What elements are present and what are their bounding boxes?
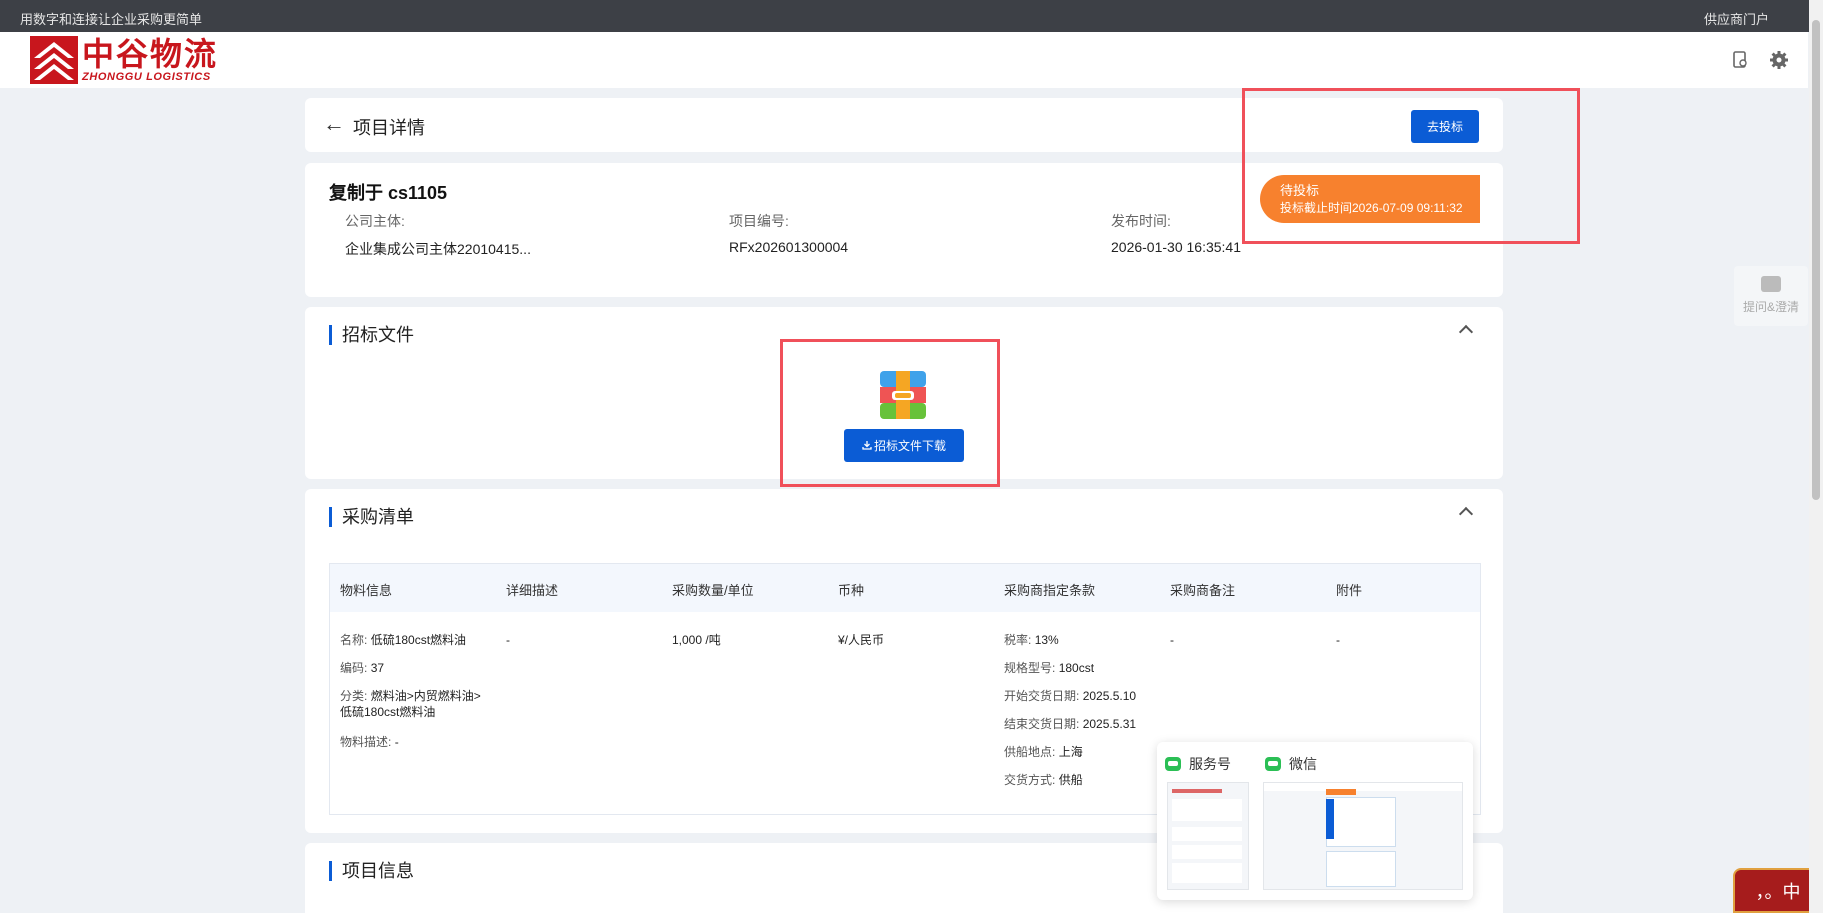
column-header: 物料信息	[340, 583, 393, 598]
term-value: 180cst	[1058, 661, 1095, 675]
column-header: 采购商指定条款	[1004, 583, 1096, 598]
material-code-key: 编码:	[340, 661, 368, 675]
term-key: 税率:	[1004, 633, 1032, 647]
column-header: 采购数量/单位	[672, 583, 754, 598]
term-value: 2025.5.10	[1082, 689, 1137, 703]
term-location: 供船地点: 上海	[1004, 744, 1083, 760]
term-spec: 规格型号: 180cst	[1004, 660, 1094, 676]
buyer-remark: -	[1170, 633, 1174, 647]
wechat-preview-image	[1263, 782, 1463, 890]
top-bar: 用数字和连接让企业采购更简单 供应商门户	[0, 0, 1823, 32]
tab-wechat[interactable]: 微信	[1265, 754, 1317, 774]
slogan: 用数字和连接让企业采购更简单	[20, 12, 203, 27]
service-account-preview-image	[1167, 782, 1249, 890]
scrollbar[interactable]	[1809, 0, 1823, 913]
term-value: 上海	[1058, 745, 1083, 759]
term-key: 规格型号:	[1004, 661, 1056, 675]
currency: ¥/人民币	[838, 633, 885, 647]
project-code-value: RFx202601300004	[729, 239, 849, 255]
column-header: 采购商备注	[1170, 583, 1236, 598]
collapse-chevron-icon[interactable]	[1458, 506, 1474, 522]
material-name: 名称: 低硫180cst燃料油	[340, 632, 466, 648]
tab-service-account-label: 服务号	[1189, 756, 1231, 772]
material-code: 编码: 37	[340, 660, 384, 676]
material-category-value-cont: 低硫180cst燃料油	[340, 705, 436, 719]
scrollbar-thumb[interactable]	[1812, 20, 1820, 500]
wechat-icon	[1165, 757, 1181, 771]
project-title: 复制于 cs1105	[329, 183, 448, 203]
material-category: 分类: 燃料油>内贸燃料油> 低硫180cst燃料油	[340, 688, 481, 720]
header: 中谷物流 ZHONGGU LOGISTICS	[0, 32, 1808, 88]
logo-mark-icon	[30, 36, 78, 84]
document-icon[interactable]	[1730, 50, 1750, 70]
chat-icon	[1761, 276, 1781, 292]
gear-icon[interactable]	[1769, 50, 1789, 70]
material-description-value: -	[394, 735, 399, 749]
material-name-key: 名称:	[340, 633, 368, 647]
publish-time-value: 2026-01-30 16:35:41	[1111, 239, 1241, 255]
term-key: 供船地点:	[1004, 745, 1056, 759]
term-end-date: 结束交货日期: 2025.5.31	[1004, 716, 1136, 732]
company-logo[interactable]: 中谷物流 ZHONGGU LOGISTICS	[30, 36, 218, 84]
table-header: 物料信息 详细描述 采购数量/单位 币种 采购商指定条款 采购商备注 附件	[330, 564, 1480, 612]
highlight-box-bid	[1242, 88, 1580, 244]
term-start-date: 开始交货日期: 2025.5.10	[1004, 688, 1136, 704]
term-key: 开始交货日期:	[1004, 689, 1080, 703]
purchase-quantity: 1,000 /吨	[672, 633, 721, 647]
collapse-chevron-icon[interactable]	[1458, 324, 1474, 340]
column-header: 币种	[838, 583, 865, 598]
company-value: 企业集成公司主体22010415...	[345, 241, 531, 257]
tab-wechat-label: 微信	[1289, 756, 1317, 772]
term-tax-rate: 税率: 13%	[1004, 632, 1059, 648]
term-value: 2025.5.31	[1082, 717, 1137, 731]
qr-code-popup: 服务号 微信	[1157, 742, 1473, 900]
term-value: 13%	[1034, 633, 1059, 647]
wechat-icon	[1265, 757, 1281, 771]
section-title-project-info: 项目信息	[329, 861, 414, 881]
question-clarify-label: 提问&澄清	[1742, 300, 1799, 314]
highlight-box-download	[780, 339, 1000, 487]
back-arrow-icon[interactable]: ←	[323, 113, 345, 135]
logo-text-en: ZHONGGU LOGISTICS	[82, 71, 211, 83]
logo-text-cn: 中谷物流	[82, 35, 219, 73]
attachment: -	[1336, 633, 1340, 647]
material-description-key: 物料描述:	[340, 735, 392, 749]
column-header: 附件	[1336, 583, 1363, 598]
page-title: 项目详情	[353, 118, 425, 138]
detail-description: -	[506, 633, 510, 647]
column-header: 详细描述	[506, 583, 559, 598]
material-category-key: 分类:	[340, 689, 368, 703]
project-code-label: 项目编号:	[729, 213, 789, 229]
section-title-tender-docs: 招标文件	[329, 325, 414, 345]
material-description: 物料描述: -	[340, 734, 399, 750]
term-delivery-method: 交货方式: 供船	[1004, 772, 1083, 788]
term-key: 结束交货日期:	[1004, 717, 1080, 731]
term-key: 交货方式:	[1004, 773, 1056, 787]
material-code-value: 37	[370, 661, 385, 675]
supplier-portal-link[interactable]: 供应商门户	[1704, 9, 1769, 28]
tab-service-account[interactable]: 服务号	[1165, 754, 1231, 774]
term-value: 供船	[1058, 773, 1083, 787]
material-category-value: 燃料油>内贸燃料油>	[370, 689, 481, 703]
publish-time-label: 发布时间:	[1111, 213, 1171, 229]
question-clarify-button[interactable]: 提问&澄清	[1734, 266, 1808, 326]
company-label: 公司主体:	[345, 213, 405, 229]
section-title-purchase-list: 采购清单	[329, 507, 414, 527]
material-name-value: 低硫180cst燃料油	[370, 633, 467, 647]
